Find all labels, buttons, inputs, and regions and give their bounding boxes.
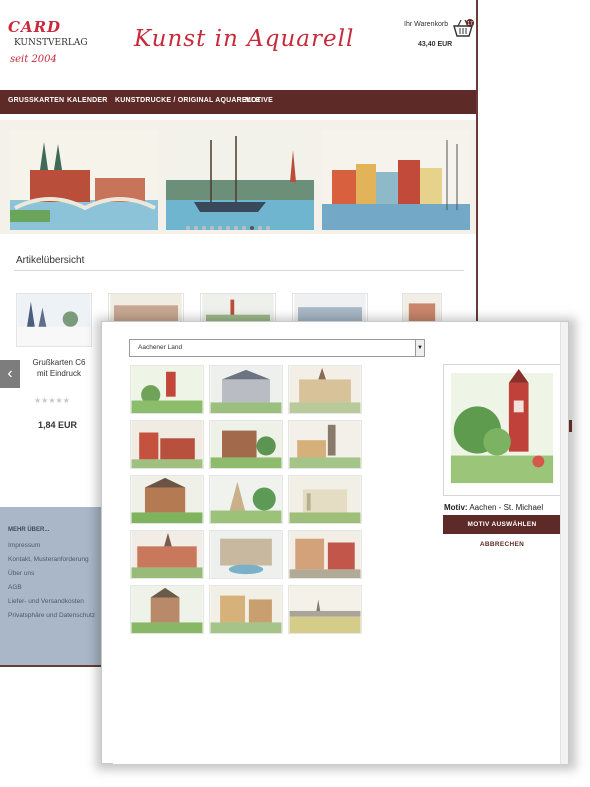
select-motif-button[interactable]: MOTIV AUSWÄHLEN: [443, 515, 561, 534]
motif-thumbnail[interactable]: [130, 585, 204, 634]
logo-since-text: seit 2004: [10, 54, 57, 65]
logo-kunstverlag-text: KUNSTVERLAG: [14, 38, 88, 48]
cart-total: 43,40 EUR: [418, 41, 453, 48]
motif-thumbnail[interactable]: [209, 475, 283, 524]
footer-link-datenschutz[interactable]: Privatsphäre und Datenschutz: [8, 612, 95, 619]
motif-thumbnail[interactable]: [130, 530, 204, 579]
motif-thumbnail[interactable]: [288, 475, 362, 524]
nav-item-kalender[interactable]: KALENDER: [67, 97, 108, 104]
motif-value: Aachen - St. Michael: [469, 503, 544, 512]
motif-thumbnail[interactable]: [130, 475, 204, 524]
motif-thumbnail[interactable]: [288, 365, 362, 414]
slider-dot[interactable]: [194, 226, 198, 230]
dialog-scrollbar[interactable]: [560, 322, 568, 764]
footer-link-kontakt[interactable]: Kontakt, Musteranforderung: [8, 556, 89, 563]
slider-dot[interactable]: [266, 226, 270, 230]
dialog-content: Aachener Land ▼ Motiv: Aachen - St. Mich…: [113, 322, 562, 764]
slider-dot[interactable]: [234, 226, 238, 230]
nav-item-kunstdrucke[interactable]: KUNSTDRUCKE / ORIGINAL AQUARELLE: [115, 97, 261, 104]
cart-widget[interactable]: Ihr Warenkorb 43,40 EUR 17: [404, 18, 474, 68]
motif-preview-image: [443, 364, 561, 496]
motif-thumbnail[interactable]: [288, 585, 362, 634]
slider-dot[interactable]: [210, 226, 214, 230]
product-name[interactable]: Grußkarten C6 mit Eindruck: [28, 357, 90, 379]
slide-image-1: [10, 130, 158, 230]
section-divider: [14, 270, 464, 271]
page-edge-strip: [569, 420, 572, 432]
motif-thumbnail[interactable]: [209, 365, 283, 414]
cancel-button[interactable]: ABBRECHEN: [443, 541, 561, 553]
site-title: Kunst in Aquarell: [134, 26, 355, 52]
motif-thumbnail[interactable]: [130, 365, 204, 414]
caret-down-icon[interactable]: ▼: [415, 340, 424, 356]
image-slider[interactable]: [0, 120, 476, 234]
slide-image-2: [166, 130, 314, 230]
slider-dot[interactable]: [202, 226, 206, 230]
motif-thumbnail[interactable]: [209, 585, 283, 634]
motif-thumbnail[interactable]: [130, 420, 204, 469]
chevron-left-icon[interactable]: ‹: [0, 360, 20, 388]
footer-link-versandkosten[interactable]: Liefer- und Versandkosten: [8, 598, 84, 605]
logo-card-text: CARD: [8, 18, 62, 36]
product-rating-stars: ★★★★★: [34, 396, 70, 405]
slider-dot[interactable]: [242, 226, 246, 230]
slider-dot-active[interactable]: [250, 226, 254, 230]
motif-thumbnail[interactable]: [288, 420, 362, 469]
motif-thumbnail[interactable]: [209, 530, 283, 579]
footer-link-agb[interactable]: AGB: [8, 584, 22, 591]
region-select-value: Aachener Land: [138, 344, 183, 351]
nav-item-motive[interactable]: MOTIVE: [245, 97, 273, 104]
motif-thumbnail[interactable]: [288, 530, 362, 579]
main-navigation: GRUSSKARTEN KALENDER KUNSTDRUCKE / ORIGI…: [0, 90, 476, 114]
selected-motif-caption: Motiv: Aachen - St. Michael: [444, 503, 543, 512]
slider-dot[interactable]: [186, 226, 190, 230]
region-select[interactable]: Aachener Land ▼: [129, 339, 425, 357]
shopping-basket-icon[interactable]: 17: [452, 18, 474, 38]
motif-label: Motiv:: [444, 503, 468, 512]
nav-item-grusskarten[interactable]: GRUSSKARTEN: [8, 97, 64, 104]
footer-link-impressum[interactable]: Impressum: [8, 542, 40, 549]
product-thumbnail[interactable]: [16, 293, 92, 347]
site-header: CARD KUNSTVERLAG seit 2004 Kunst in Aqua…: [0, 0, 476, 90]
motif-picker-dialog: Aachener Land ▼ Motiv: Aachen - St. Mich…: [101, 321, 569, 764]
slider-dot[interactable]: [218, 226, 222, 230]
product-price: 1,84 EUR: [38, 420, 78, 430]
motif-thumbnail[interactable]: [209, 420, 283, 469]
cart-label: Ihr Warenkorb: [404, 21, 449, 28]
slider-dots: [186, 226, 276, 231]
slide-image-3: [322, 130, 470, 230]
footer-link-ueber-uns[interactable]: Über uns: [8, 570, 34, 577]
articles-section-title: Artikelübersicht: [16, 255, 85, 266]
slider-dot[interactable]: [258, 226, 262, 230]
site-logo[interactable]: CARD KUNSTVERLAG seit 2004: [8, 18, 88, 72]
cart-count: 17: [467, 21, 473, 27]
footer-heading: MEHR ÜBER...: [8, 527, 50, 533]
slider-dot[interactable]: [226, 226, 230, 230]
